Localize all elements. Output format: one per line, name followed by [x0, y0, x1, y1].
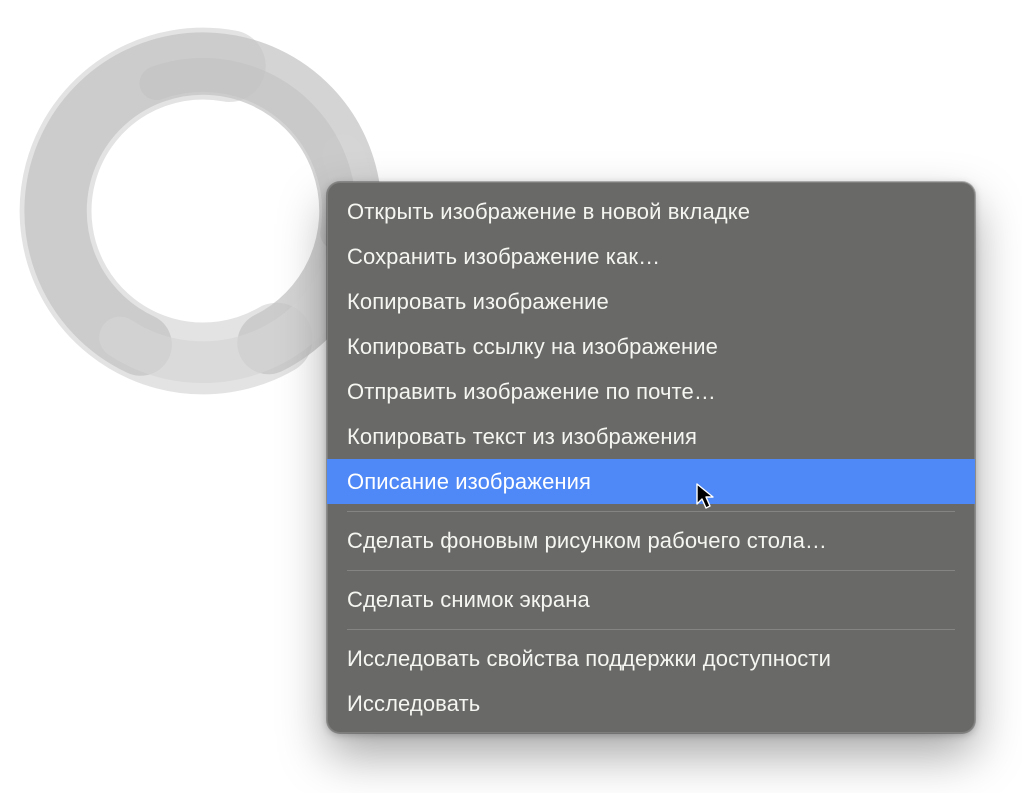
menu-item-label: Исследовать свойства поддержки доступнос…: [347, 646, 831, 671]
menu-item-image-description[interactable]: Описание изображения: [327, 459, 975, 504]
menu-item-label: Сохранить изображение как…: [347, 244, 660, 269]
menu-item-label: Открыть изображение в новой вкладке: [347, 199, 750, 224]
menu-item-take-screenshot[interactable]: Сделать снимок экрана: [327, 577, 975, 622]
menu-item-label: Копировать ссылку на изображение: [347, 334, 718, 359]
menu-item-set-desktop-picture[interactable]: Сделать фоновым рисунком рабочего стола…: [327, 518, 975, 563]
menu-item-copy-image[interactable]: Копировать изображение: [327, 279, 975, 324]
menu-item-inspect-accessibility[interactable]: Исследовать свойства поддержки доступнос…: [327, 636, 975, 681]
menu-item-copy-image-link[interactable]: Копировать ссылку на изображение: [327, 324, 975, 369]
menu-item-label: Сделать снимок экрана: [347, 587, 590, 612]
menu-separator: [347, 629, 955, 630]
menu-item-label: Описание изображения: [347, 469, 591, 494]
menu-item-label: Копировать изображение: [347, 289, 609, 314]
menu-item-label: Отправить изображение по почте…: [347, 379, 716, 404]
context-menu: Открыть изображение в новой вкладке Сохр…: [327, 182, 975, 733]
menu-item-label: Копировать текст из изображения: [347, 424, 697, 449]
menu-item-email-image[interactable]: Отправить изображение по почте…: [327, 369, 975, 414]
menu-item-inspect[interactable]: Исследовать: [327, 681, 975, 726]
menu-item-save-image-as[interactable]: Сохранить изображение как…: [327, 234, 975, 279]
menu-item-label: Исследовать: [347, 691, 480, 716]
menu-item-label: Сделать фоновым рисунком рабочего стола…: [347, 528, 827, 553]
menu-item-copy-text-from-image[interactable]: Копировать текст из изображения: [327, 414, 975, 459]
menu-separator: [347, 511, 955, 512]
menu-item-open-image-new-tab[interactable]: Открыть изображение в новой вкладке: [327, 189, 975, 234]
menu-separator: [347, 570, 955, 571]
